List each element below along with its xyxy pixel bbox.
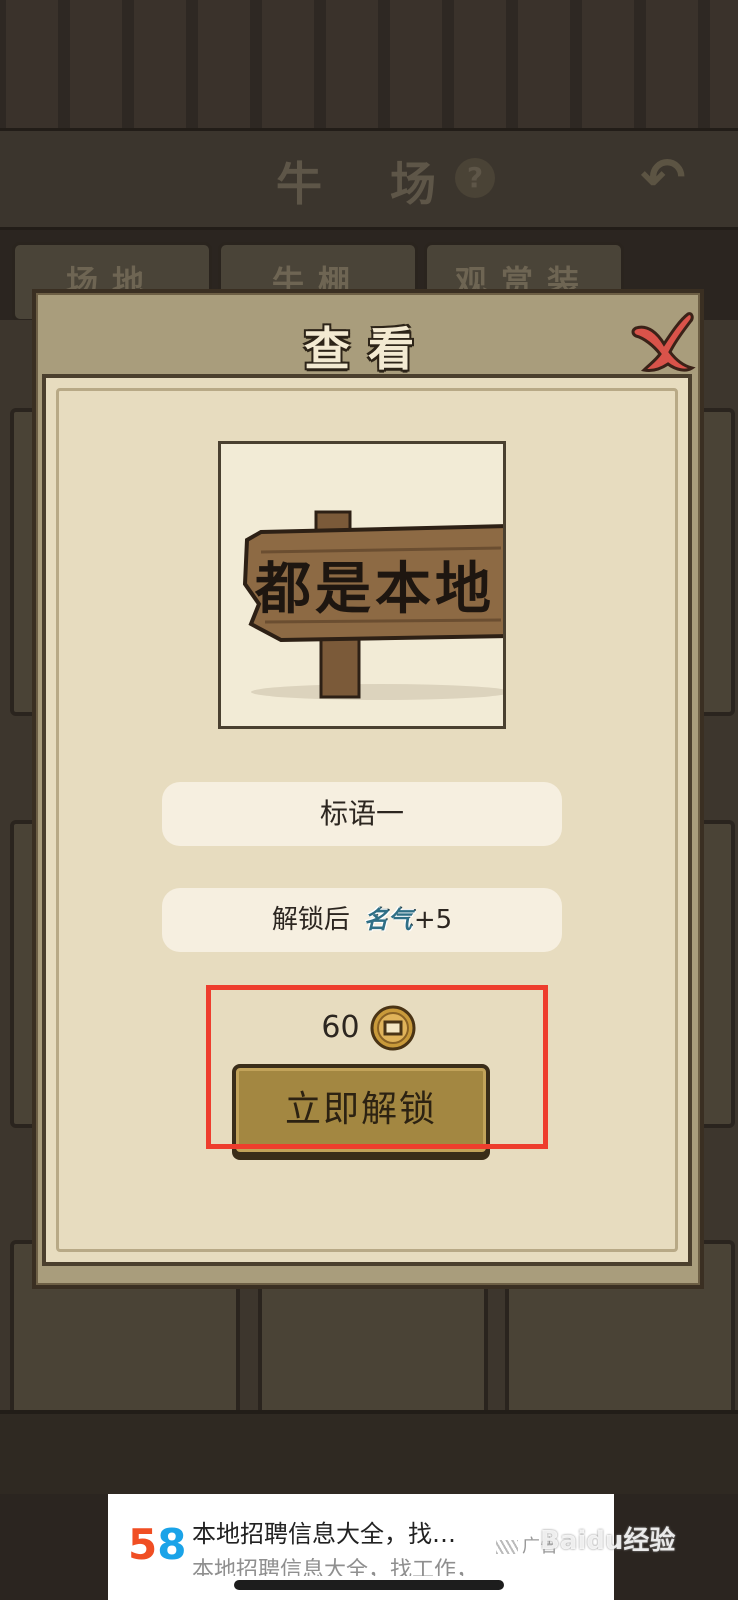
home-indicator[interactable] xyxy=(234,1580,504,1590)
ad-title: 本地招聘信息大全，找… xyxy=(192,1520,456,1548)
item-name-label: 标语一 xyxy=(162,782,562,846)
bottom-strip xyxy=(0,1410,738,1494)
close-icon[interactable] xyxy=(628,306,698,376)
unlock-effect: 解锁后 名气+5 xyxy=(162,888,562,952)
back-arrow-icon: ↶ xyxy=(640,146,686,209)
ad-subtitle: 本地招聘信息大全，找工作， xyxy=(192,1558,479,1576)
help-icon: ? xyxy=(455,158,495,198)
ad-logo: 58 xyxy=(128,1520,187,1569)
annotation-highlight-box xyxy=(206,985,548,1149)
effect-value: +5 xyxy=(413,905,453,935)
fame-stat-icon: 名气 xyxy=(363,905,412,934)
close-x-icon xyxy=(631,312,696,372)
item-preview: 都是本地 xyxy=(218,441,506,729)
baidu-watermark: Baidu经验 xyxy=(540,1526,676,1556)
dialog-title: 查看 xyxy=(304,322,432,376)
sign-inscription: 都是本地 xyxy=(255,556,495,622)
ad-mark-icon xyxy=(496,1540,518,1554)
wooden-beams xyxy=(0,0,738,128)
effect-prefix: 解锁后 xyxy=(271,905,350,935)
